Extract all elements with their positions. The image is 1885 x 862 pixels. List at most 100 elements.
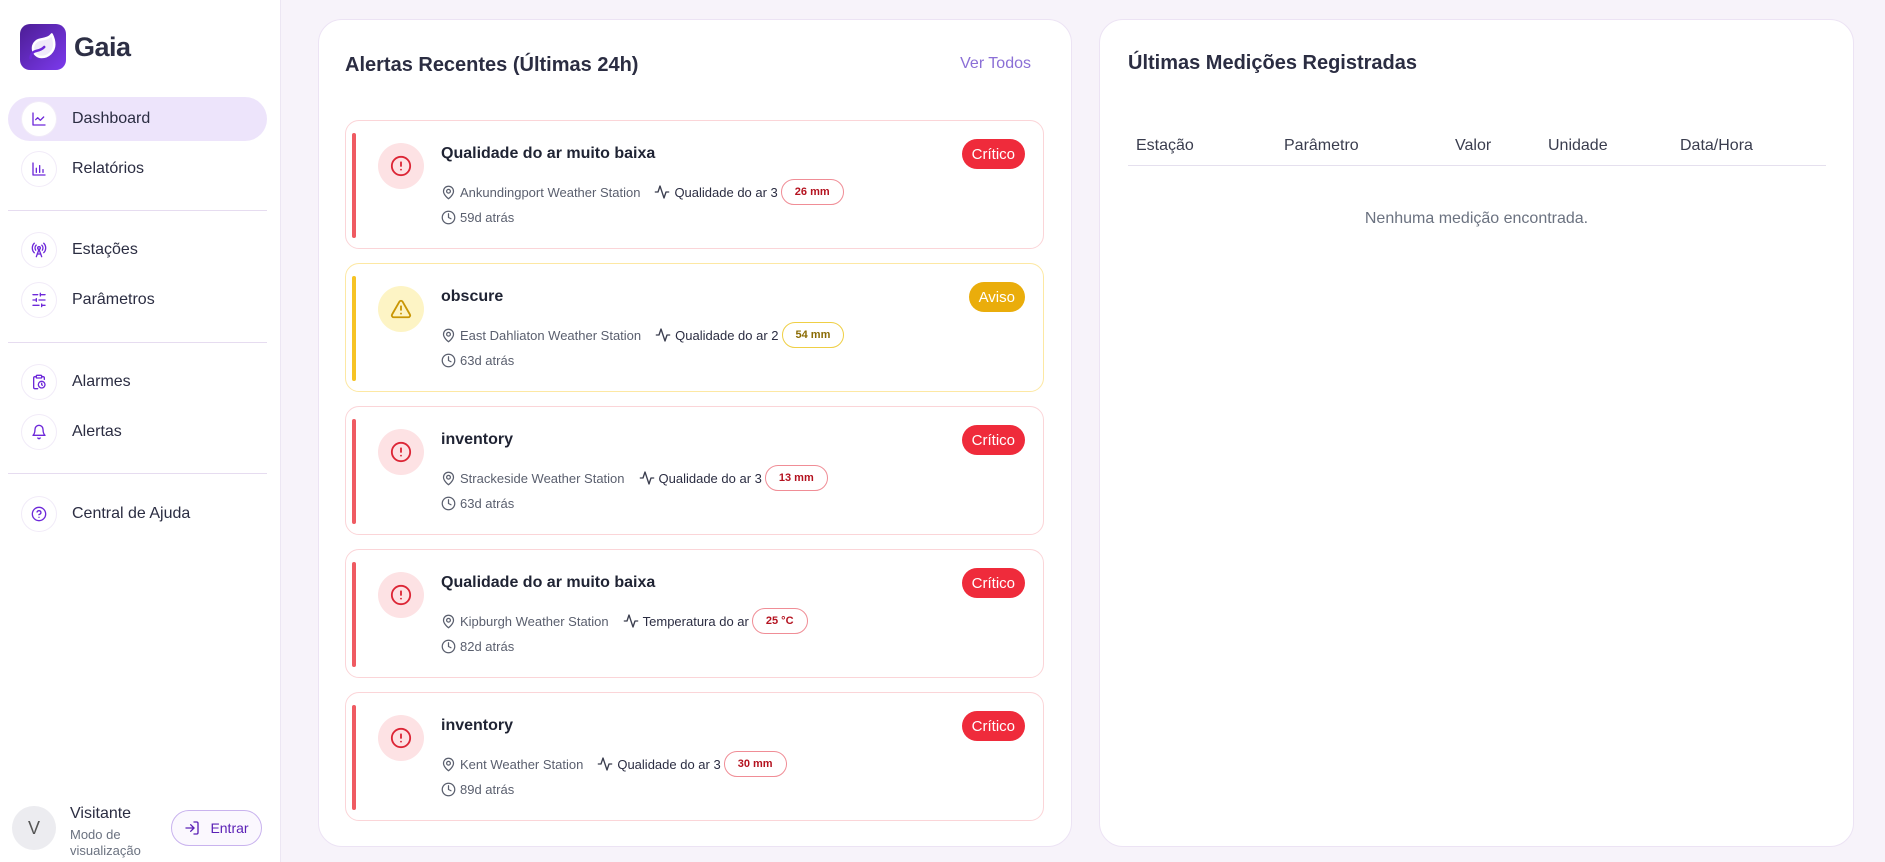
alert-title: obscure — [441, 288, 504, 305]
sidebar: Gaia Dashboard Relatórios Estações Parâm… — [0, 0, 281, 862]
severity-bar — [352, 276, 356, 381]
bar-chart-icon — [22, 152, 56, 186]
sidebar-item-label: Estações — [72, 241, 138, 258]
map-pin-icon — [442, 614, 455, 628]
chart-line-icon — [22, 102, 56, 136]
alert-title: Qualidade do ar muito baixa — [441, 145, 656, 162]
alert-title: Qualidade do ar muito baixa — [441, 574, 656, 591]
column-header-parametro[interactable]: Parâmetro — [1284, 137, 1359, 155]
clock-icon — [441, 353, 456, 368]
nav-group-alerts: Alarmes Alertas — [8, 360, 267, 460]
nav-group-help: Central de Ajuda — [8, 492, 267, 542]
alert-parameter: Temperatura do ar — [642, 613, 749, 629]
radio-tower-icon — [22, 233, 56, 267]
alert-circle-icon — [378, 429, 424, 475]
map-pin-icon — [442, 757, 455, 771]
sidebar-item-alarmes[interactable]: Alarmes — [8, 360, 267, 404]
alert-circle-icon — [378, 143, 424, 189]
clock-icon — [441, 210, 456, 225]
alert-time: 82d atrás — [441, 639, 514, 654]
latest-measurements-card: Últimas Medições Registradas Estação Par… — [1099, 19, 1854, 847]
logo[interactable]: Gaia — [20, 24, 131, 70]
map-pin-icon — [442, 185, 455, 199]
empty-state-message: Nenhuma medição encontrada. — [1364, 210, 1589, 227]
alert-item[interactable]: Qualidade do ar muito baixa Crítico Kipb… — [345, 549, 1044, 678]
sidebar-item-relatorios[interactable]: Relatórios — [8, 147, 267, 191]
user-panel: V Visitante Modo de visualização Entrar — [12, 805, 272, 858]
alert-meta: Ankundingport Weather Station Qualidade … — [441, 179, 844, 205]
alert-parameter: Qualidade do ar 2 — [675, 327, 779, 343]
login-label: Entrar — [210, 820, 249, 836]
severity-bar — [352, 562, 356, 667]
alert-item[interactable]: Qualidade do ar muito baixa Crítico Anku… — [345, 120, 1044, 249]
sidebar-divider — [8, 210, 267, 211]
alert-meta: East Dahliaton Weather Station Qualidade… — [441, 322, 845, 348]
sidebar-item-central-de-ajuda[interactable]: Central de Ajuda — [8, 492, 267, 536]
see-all-link[interactable]: Ver Todos — [960, 55, 1031, 73]
measurements-table-header: Estação Parâmetro Valor Unidade Data/Hor… — [1128, 128, 1826, 166]
activity-icon — [639, 470, 655, 486]
sidebar-item-parametros[interactable]: Parâmetros — [8, 278, 267, 322]
log-in-icon — [185, 821, 200, 835]
nav-group-config: Estações Parâmetros — [8, 228, 267, 328]
bell-icon — [22, 415, 56, 449]
sidebar-item-dashboard[interactable]: Dashboard — [8, 97, 267, 141]
alert-station: East Dahliaton Weather Station — [460, 327, 642, 343]
sidebar-item-label: Alarmes — [72, 373, 131, 390]
alert-time-text: 89d atrás — [460, 782, 515, 797]
alert-time-text: 63d atrás — [460, 496, 515, 511]
latest-measurements-title: Últimas Medições Registradas — [1128, 52, 1417, 74]
sidebar-divider — [8, 473, 267, 474]
recent-alerts-card: Alertas Recentes (Últimas 24h) Ver Todos… — [318, 19, 1072, 847]
column-header-unidade[interactable]: Unidade — [1548, 137, 1608, 155]
sidebar-item-label: Central de Ajuda — [72, 505, 191, 522]
sidebar-item-alertas[interactable]: Alertas — [8, 410, 267, 454]
login-button[interactable]: Entrar — [171, 810, 262, 846]
user-mode: Modo de visualização — [70, 827, 141, 858]
sidebar-item-estacoes[interactable]: Estações — [8, 228, 267, 272]
severity-badge: Crítico — [961, 711, 1025, 741]
column-header-valor[interactable]: Valor — [1455, 137, 1491, 155]
app-name: Gaia — [74, 31, 131, 62]
alert-parameter: Qualidade do ar 3 — [617, 756, 721, 772]
alert-circle-icon — [378, 715, 424, 761]
sidebar-item-label: Alertas — [72, 423, 122, 440]
alert-item[interactable]: obscure Aviso East Dahliaton Weather Sta… — [345, 263, 1044, 392]
leaf-logo-icon — [20, 24, 66, 70]
alert-time-text: 82d atrás — [460, 639, 515, 654]
clock-icon — [441, 496, 456, 511]
alert-parameter: Qualidade do ar 3 — [674, 184, 778, 200]
activity-icon — [655, 327, 671, 343]
map-pin-icon — [442, 471, 455, 485]
alert-value-badge: 54 mm — [781, 322, 845, 348]
alert-title: inventory — [441, 717, 514, 734]
alert-value-badge: 25 °C — [751, 608, 808, 634]
map-pin-icon — [442, 328, 455, 342]
severity-badge: Crítico — [961, 139, 1025, 169]
alert-title: inventory — [441, 431, 514, 448]
alert-item[interactable]: inventory Crítico Strackeside Weather St… — [345, 406, 1044, 535]
alert-time-text: 63d atrás — [460, 353, 515, 368]
alert-parameter: Qualidade do ar 3 — [658, 470, 762, 486]
column-header-data-hora[interactable]: Data/Hora — [1680, 137, 1753, 155]
alert-station: Kipburgh Weather Station — [460, 613, 609, 629]
activity-icon — [623, 613, 639, 629]
alert-value-badge: 30 mm — [723, 751, 787, 777]
severity-bar — [352, 133, 356, 238]
alert-time-text: 59d atrás — [460, 210, 515, 225]
sidebar-item-label: Relatórios — [72, 160, 145, 177]
severity-badge: Aviso — [968, 282, 1025, 312]
alert-item[interactable]: inventory Crítico Kent Weather Station Q… — [345, 692, 1044, 821]
clock-icon — [441, 782, 456, 797]
severity-bar — [352, 419, 356, 524]
column-header-estacao[interactable]: Estação — [1136, 137, 1194, 155]
alert-time: 59d atrás — [441, 210, 514, 225]
alert-circle-icon — [378, 572, 424, 618]
activity-icon — [597, 756, 613, 772]
alert-meta: Strackeside Weather Station Qualidade do… — [441, 465, 828, 491]
activity-icon — [654, 184, 670, 200]
sidebar-divider — [8, 342, 267, 343]
severity-badge: Crítico — [961, 568, 1025, 598]
warning-triangle-icon — [378, 286, 424, 332]
alert-meta: Kent Weather Station Qualidade do ar 3 3… — [441, 751, 787, 777]
